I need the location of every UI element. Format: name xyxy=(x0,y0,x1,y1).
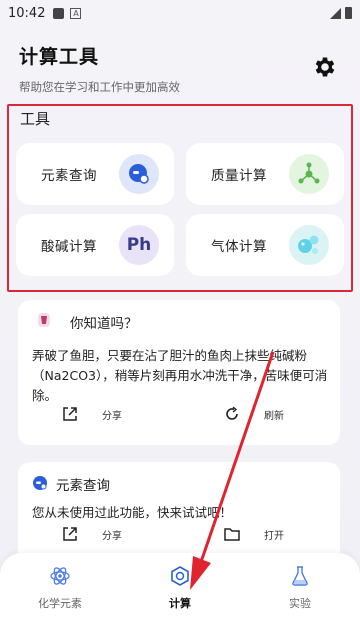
bubbles-icon xyxy=(289,225,329,265)
calculator-hex-icon xyxy=(171,566,189,586)
nav-item-elements[interactable]: 化学元素 xyxy=(20,565,100,611)
share-button[interactable]: 分享 xyxy=(62,406,122,422)
refresh-label: 刷新 xyxy=(264,410,284,422)
refresh-icon xyxy=(226,406,238,420)
tool-acid-base-calc[interactable]: 酸碱计算 Ph xyxy=(16,214,174,276)
tip-card: 你知道吗？ 弄破了鱼胆，只要在沾了胆汁的鱼肉上抹些纯碱粉（Na2CO3），稍等片… xyxy=(18,300,340,445)
share-label: 分享 xyxy=(102,410,122,422)
nav-label: 实验 xyxy=(289,597,311,610)
tool-mass-calc[interactable]: 质量计算 xyxy=(186,143,344,205)
flask-icon xyxy=(36,312,52,332)
tool-label: 元素查询 xyxy=(41,168,97,184)
flask-icon xyxy=(292,566,308,586)
page-header: 计算工具 帮助您在学习和工作中更加高效 xyxy=(19,42,180,95)
page-title: 计算工具 xyxy=(19,46,100,68)
element-search-icon xyxy=(119,154,159,194)
tools-section-label: 工具 xyxy=(20,110,51,128)
nav-item-experiment[interactable]: 实验 xyxy=(260,565,340,611)
gear-icon[interactable] xyxy=(312,54,338,80)
ph-icon: Ph xyxy=(119,225,159,265)
share-icon xyxy=(63,407,77,421)
signal-icon xyxy=(330,7,341,19)
bottom-nav: 化学元素 计算 实验 xyxy=(0,553,360,641)
tip-body: 弄破了鱼胆，只要在沾了胆汁的鱼肉上抹些纯碱粉（Na2CO3），稍等片刻再用水冲洗… xyxy=(32,348,328,403)
nav-item-calculate[interactable]: 计算 xyxy=(140,565,220,611)
feature-body: 您从未使用过此功能，快来试试吧！ xyxy=(32,505,233,520)
tip-title: 你知道吗？ xyxy=(70,316,138,332)
element-search-icon xyxy=(32,475,48,495)
tool-label: 质量计算 xyxy=(211,168,267,184)
share-icon xyxy=(63,527,77,541)
element-feature-card: 元素查询 您从未使用过此功能，快来试试吧！ 分享 打开 xyxy=(18,462,340,562)
tool-label: 气体计算 xyxy=(211,239,267,255)
refresh-button[interactable]: 刷新 xyxy=(224,406,284,422)
open-label: 打开 xyxy=(264,530,284,542)
nav-label: 化学元素 xyxy=(38,597,82,610)
open-button[interactable]: 打开 xyxy=(224,526,284,542)
page-subtitle: 帮助您在学习和工作中更加高效 xyxy=(19,80,180,94)
atom-icon xyxy=(50,567,70,585)
a-indicator-icon: A xyxy=(70,7,82,19)
tool-element-search[interactable]: 元素查询 xyxy=(16,143,174,205)
share-button[interactable]: 分享 xyxy=(62,526,122,542)
notification-icon xyxy=(53,7,65,19)
tool-gas-calc[interactable]: 气体计算 xyxy=(186,214,344,276)
share-label: 分享 xyxy=(102,530,122,542)
feature-title: 元素查询 xyxy=(56,478,110,494)
battery-icon xyxy=(345,7,352,19)
status-bar: 10:42 A xyxy=(0,0,360,26)
tool-label: 酸碱计算 xyxy=(41,239,97,255)
nav-label: 计算 xyxy=(169,597,191,610)
status-time: 10:42 xyxy=(8,5,46,21)
folder-icon xyxy=(224,528,240,541)
molecule-icon xyxy=(289,154,329,194)
